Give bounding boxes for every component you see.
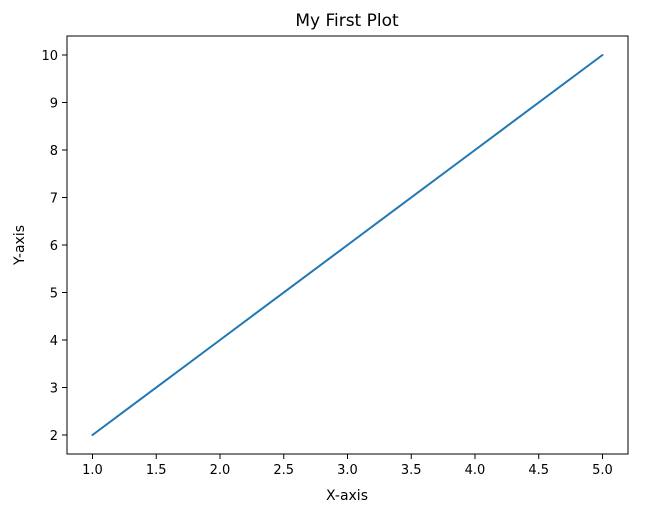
x-tick-label: 5.0 (592, 463, 613, 478)
x-axis-ticks: 1.0 1.5 2.0 2.5 3.0 3.5 4.0 4.5 5.0 (82, 454, 613, 478)
y-axis-label: Y-axis (12, 225, 28, 266)
x-tick-label: 4.5 (528, 463, 549, 478)
x-tick-label: 4.0 (465, 463, 486, 478)
line-chart: My First Plot 1.0 1.5 2.0 2.5 3.0 3.5 4.0 4.5 5.… (12, 11, 629, 504)
x-tick-label: 2.0 (210, 463, 231, 478)
y-tick-label: 3 (50, 382, 58, 397)
y-tick-label: 7 (50, 192, 58, 207)
y-tick-label: 5 (50, 287, 58, 302)
x-tick-label: 3.0 (337, 463, 358, 478)
y-tick-label: 6 (50, 239, 58, 254)
series-group (91, 54, 604, 436)
x-axis-label: X-axis (326, 488, 368, 504)
x-tick-label: 1.0 (82, 463, 103, 478)
y-tick-label: 9 (50, 97, 58, 112)
x-tick-label: 2.5 (273, 463, 294, 478)
y-tick-label: 2 (50, 429, 58, 444)
x-tick-label: 3.5 (401, 463, 422, 478)
x-tick-label: 1.5 (146, 463, 167, 478)
y-axis-ticks: 2 3 4 5 6 7 8 9 10 (41, 49, 67, 444)
chart-title: My First Plot (295, 11, 399, 31)
y-tick-label: 8 (50, 144, 58, 159)
series-line (91, 54, 604, 436)
y-tick-label: 4 (50, 334, 58, 349)
y-tick-label: 10 (41, 49, 58, 64)
